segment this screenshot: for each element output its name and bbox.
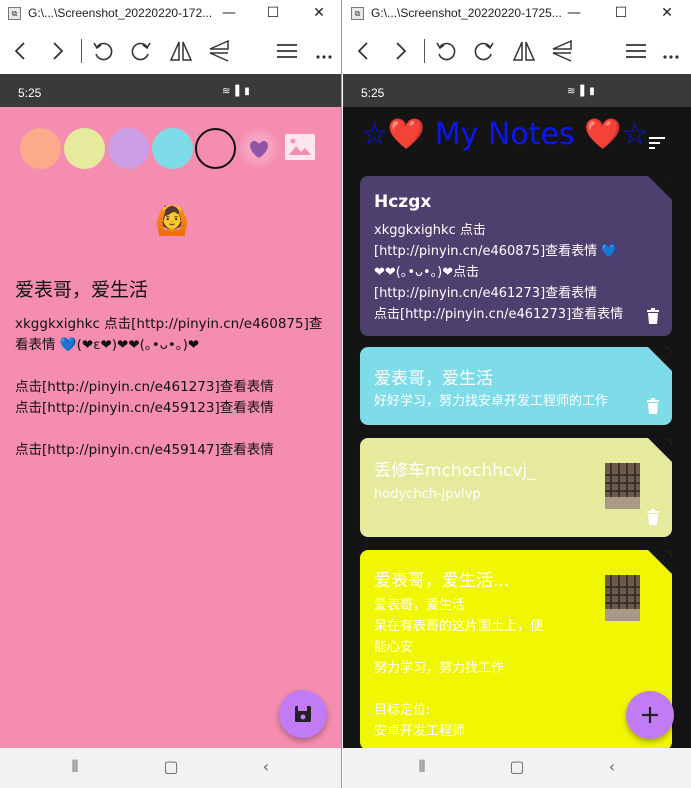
menu-icon[interactable] [272,36,302,66]
maximize-button[interactable]: ☐ [260,2,286,24]
phone-screen: 5:25 ≋▐ ▮ ☆❤️ My Notes ❤️☆ Hczgx xkggkxi… [343,74,691,788]
note-card-title: 爱表哥，爱生活 [374,369,493,389]
next-icon[interactable] [385,36,415,66]
sort-icon[interactable] [648,135,666,151]
maximize-button[interactable]: ☐ [608,2,634,24]
more-icon[interactable] [657,36,681,66]
card-fold [648,347,672,371]
notes-list: ☆❤️ My Notes ❤️☆ Hczgx xkggkxighkc 点击 [h… [343,107,691,748]
card-fold [648,176,672,200]
viewer-toolbar [343,28,691,74]
app-icon: ⧉ [351,7,364,20]
status-time: 5:25 [18,86,42,100]
back-icon[interactable]: ‹ [251,757,281,779]
flip-horizontal-icon[interactable] [509,36,539,66]
note-thumbnail [605,575,640,621]
toolbar-divider [424,39,425,63]
right-window: ⧉ G:\...\Screenshot_20220220-1725... — ☐… [343,0,691,788]
phone-screen: 5:25 ≋▐ ▮ 🙆 爱表哥，爱生活 xkggkxighkc 点击[http:… [0,74,341,788]
status-time: 5:25 [361,86,385,100]
close-button[interactable]: ✕ [306,2,332,24]
title-bar: ⧉ G:\...\Screenshot_20220220-172... — ☐ … [0,0,341,28]
body-paragraph: 点击[http://pinyin.cn/e459147]查看表情 [15,442,274,458]
recents-icon[interactable]: ⦀ [407,757,437,779]
note-title[interactable]: 爱表哥，爱生活 [15,275,148,302]
note-card-body: 爱表哥，爱生活 呆在有表哥的这片国土上，便 能心安 努力学习，努力找工作 目标定… [374,598,544,739]
note-thumbnail [605,463,640,509]
note-card-body: hodychch-jpvlvp [374,487,481,502]
close-button[interactable]: ✕ [654,2,680,24]
body-paragraph: 点击[http://pinyin.cn/e461273]查看表情 点击[http… [15,379,274,416]
card-fold [648,438,672,462]
android-nav-bar: ⦀ ▢ ‹ [0,748,341,788]
back-icon[interactable]: ‹ [597,757,627,779]
recents-icon[interactable]: ⦀ [60,757,90,779]
viewer-toolbar [0,28,341,74]
add-note-button[interactable] [626,691,674,739]
color-swatch-lavender[interactable] [108,128,149,169]
delete-icon[interactable] [646,308,660,324]
save-button[interactable] [279,690,327,738]
note-card[interactable]: 爱表哥，爱生活 好好学习，努力找安卓开发工程师的工作 [360,347,672,425]
delete-icon[interactable] [646,509,660,525]
app-icon: ⧉ [8,7,21,20]
color-swatch-selected[interactable] [195,128,236,169]
note-card[interactable]: Hczgx xkggkxighkc 点击 [http://pinyin.cn/e… [360,176,672,336]
window-title: G:\...\Screenshot_20220220-172... [28,6,213,20]
note-card-title: 丢修车mchochhcvj_ [374,461,536,481]
signal-battery-icon: ≋▐ ▮ [567,86,596,97]
card-fold [648,550,672,574]
home-icon[interactable]: ▢ [156,757,186,779]
color-swatch-yellow[interactable] [64,128,105,169]
title-bar: ⧉ G:\...\Screenshot_20220220-1725... — ☐… [343,0,691,28]
toolbar-divider [81,39,82,63]
note-card-body: xkggkxighkc 点击 [http://pinyin.cn/e460875… [374,223,624,322]
plus-icon [642,707,658,723]
body-paragraph: xkggkxighkc 点击[http://pinyin.cn/e460875]… [15,316,323,353]
note-card-title: Hczgx [374,192,432,212]
heart-icon[interactable] [238,127,280,169]
next-icon[interactable] [42,36,72,66]
minimize-button[interactable]: — [561,2,587,24]
note-body[interactable]: xkggkxighkc 点击[http://pinyin.cn/e460875]… [15,314,329,482]
rotate-left-icon[interactable] [431,36,461,66]
note-card[interactable]: 丢修车mchochhcvj_ hodychch-jpvlvp [360,438,672,537]
rotate-right-icon[interactable] [126,36,156,66]
home-icon[interactable]: ▢ [502,757,532,779]
app-title: ☆❤️ My Notes ❤️☆ [361,117,649,152]
note-editor: 🙆 爱表哥，爱生活 xkggkxighkc 点击[http://pinyin.c… [0,107,341,748]
minimize-button[interactable]: — [216,2,242,24]
rotate-left-icon[interactable] [88,36,118,66]
android-nav-bar: ⦀ ▢ ‹ [343,748,691,788]
rotate-right-icon[interactable] [469,36,499,66]
color-swatch-peach[interactable] [20,128,61,169]
delete-icon[interactable] [646,398,660,414]
note-card-title: 爱表哥，爱生活... [374,571,510,591]
flip-vertical-icon[interactable] [547,36,577,66]
image-icon[interactable] [283,132,317,162]
menu-icon[interactable] [621,36,651,66]
flip-horizontal-icon[interactable] [166,36,196,66]
more-icon[interactable] [310,36,334,66]
note-card-body: 好好学习，努力找安卓开发工程师的工作 [374,394,609,409]
window-title: G:\...\Screenshot_20220220-1725... [371,6,562,20]
sticker-image: 🙆 [154,204,190,237]
previous-icon[interactable] [349,36,379,66]
status-bar: 5:25 ≋▐ ▮ [0,74,341,107]
previous-icon[interactable] [6,36,36,66]
color-swatch-cyan[interactable] [152,128,193,169]
status-bar: 5:25 ≋▐ ▮ [343,74,691,107]
left-window: ⧉ G:\...\Screenshot_20220220-172... — ☐ … [0,0,342,788]
flip-vertical-icon[interactable] [204,36,234,66]
signal-battery-icon: ≋▐ ▮ [222,86,251,97]
save-icon [295,706,311,722]
